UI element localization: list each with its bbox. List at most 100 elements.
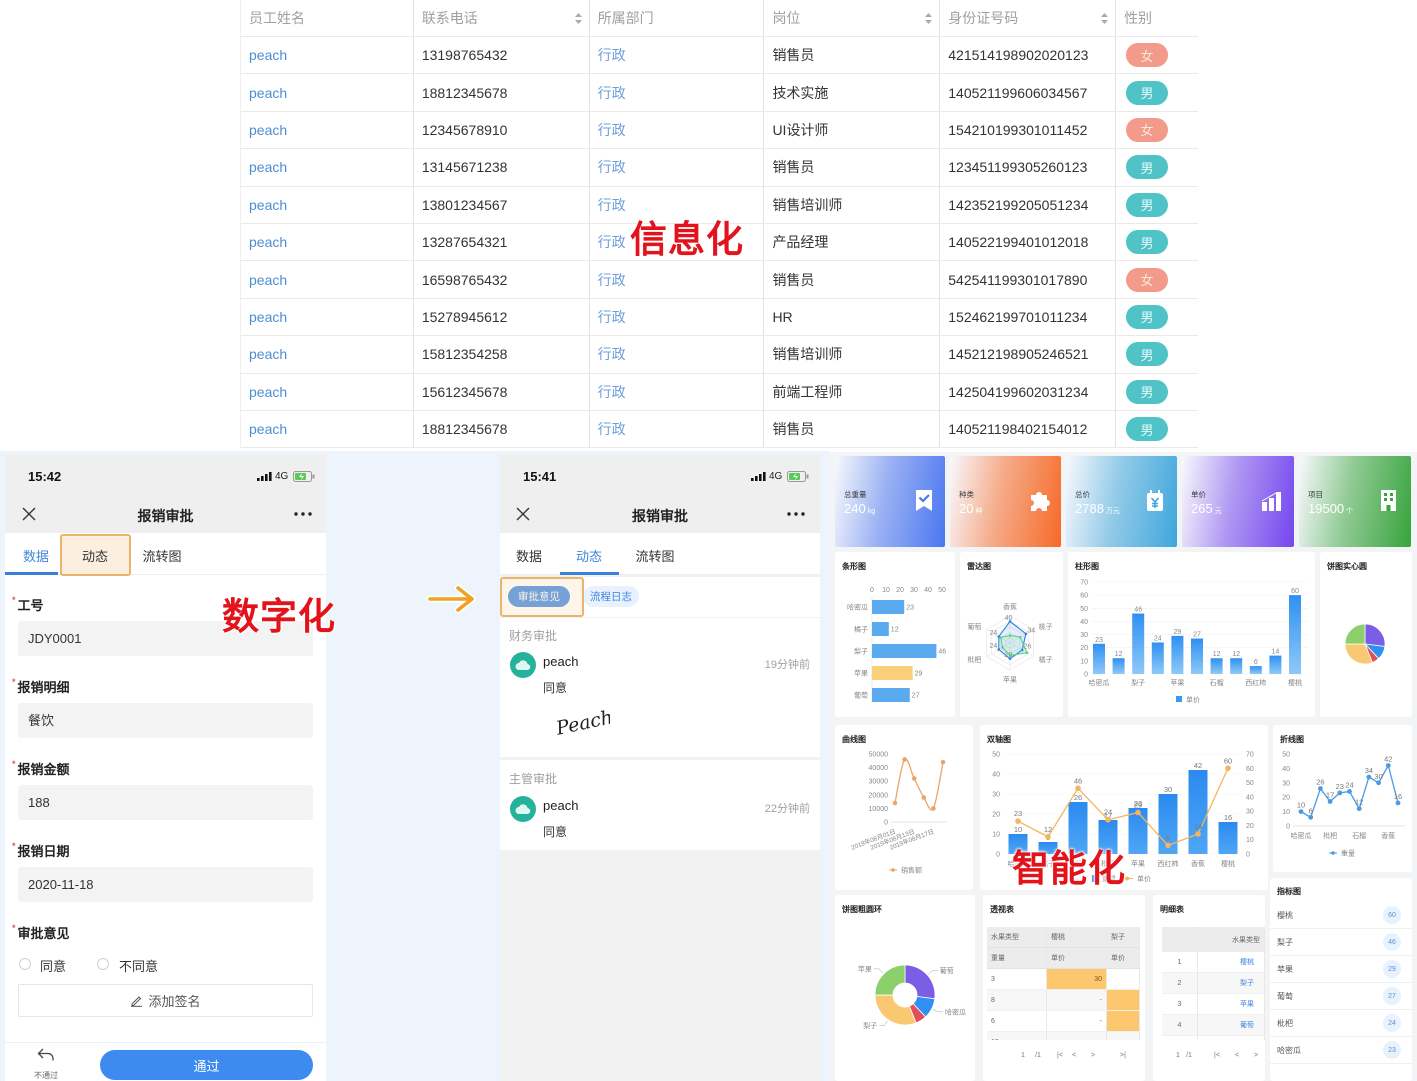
department-link[interactable]: 行政	[598, 45, 626, 65]
employee-name-link[interactable]: peach	[249, 47, 287, 63]
tab-bar: 数据 动态 流转图	[500, 533, 820, 575]
pagination-control[interactable]: <	[1072, 1052, 1076, 1059]
employee-name-link[interactable]: peach	[249, 272, 287, 288]
approval-comment: 同意	[543, 681, 568, 695]
gender-badge: 女	[1126, 43, 1169, 68]
department-link[interactable]: 行政	[598, 195, 626, 215]
employee-name-link[interactable]: peach	[249, 159, 287, 175]
employee-name-link[interactable]: peach	[249, 309, 287, 325]
approve-button[interactable]: 通过	[100, 1050, 313, 1080]
department-link[interactable]: 行政	[598, 307, 626, 327]
pagination: 1/1 |< < >	[1153, 1052, 1265, 1066]
label-leader-line	[928, 970, 938, 975]
department-link[interactable]: 行政	[598, 270, 626, 290]
field-label-text: 报销金额	[17, 762, 70, 777]
expense-detail-field[interactable]: 餐饮	[18, 703, 313, 738]
pagination-control[interactable]: >	[1091, 1052, 1095, 1059]
bar	[1230, 658, 1243, 674]
value-label: 23	[1095, 637, 1103, 644]
table-row: 8-	[987, 990, 1140, 1011]
pagination-control[interactable]: |<	[1057, 1052, 1063, 1059]
department-link[interactable]: 行政	[598, 382, 626, 402]
department-link[interactable]: 行政	[598, 120, 626, 140]
more-icon[interactable]	[787, 512, 805, 516]
indicator-value-badge: 60	[1383, 906, 1401, 924]
radio-disagree[interactable]	[97, 958, 109, 970]
employee-name-link[interactable]: peach	[249, 346, 287, 362]
line-value-label: 46	[1074, 776, 1082, 785]
phone-cell: 15812354258	[414, 336, 590, 373]
add-signature-button[interactable]: 添加签名	[18, 984, 313, 1017]
table-cell[interactable]: 葡萄	[1198, 1015, 1265, 1035]
table-cell[interactable]: 樱桃	[1198, 952, 1265, 972]
kpi-card[interactable]: 项目 19500 个	[1299, 456, 1411, 547]
pagination-control[interactable]: >|	[1120, 1052, 1126, 1059]
department-cell: 行政	[590, 186, 765, 223]
department-link[interactable]: 行政	[598, 344, 626, 364]
radio-agree-label[interactable]: 同意	[40, 956, 66, 975]
table-cell[interactable]: 梨子	[1198, 973, 1265, 993]
employee-name-link[interactable]: peach	[249, 234, 287, 250]
sort-icon[interactable]	[925, 13, 933, 24]
radio-disagree-label[interactable]: 不同意	[119, 956, 158, 975]
kpi-card[interactable]: 总重量 240 kg	[835, 456, 945, 547]
kpi-card[interactable]: 总价 2788 万元	[1066, 456, 1177, 547]
data-point	[1356, 806, 1362, 812]
table-cell[interactable]: 苹果	[1198, 994, 1265, 1014]
pagination-control[interactable]: <	[1235, 1052, 1239, 1059]
sort-icon[interactable]	[1101, 13, 1109, 24]
legend-label: 单价	[1186, 695, 1200, 704]
table-row: 3 30	[987, 969, 1140, 990]
id-number-text: 542541199301017890	[948, 271, 1088, 288]
department-link[interactable]: 行政	[598, 83, 626, 103]
reject-button[interactable]: 不通过	[26, 1046, 66, 1080]
pivot-table: 水果类型樱桃梨子重量单价单价3308-6-10	[987, 927, 1140, 1040]
position-cell: 前端工程师	[764, 373, 941, 410]
expense-amount-field[interactable]: 188	[18, 785, 313, 820]
x-tick-label: 50	[938, 587, 946, 594]
subtab-process-log[interactable]: 流程日志	[583, 586, 639, 607]
tab-flowchart[interactable]: 流转图	[142, 546, 181, 565]
curve-chart: 010000200003000040000500002019年08月01日201…	[850, 752, 947, 875]
kpi-card[interactable]: 单价 265 元	[1182, 456, 1294, 547]
employee-name-link[interactable]: peach	[249, 384, 287, 400]
tab-data[interactable]: 数据	[23, 546, 49, 565]
expense-date-field[interactable]: 2020-11-18	[18, 867, 313, 902]
tab-activity[interactable]: 动态	[576, 546, 602, 565]
radar-point	[1008, 654, 1012, 657]
x-tick-label: 哈密瓜	[1089, 678, 1110, 687]
x-tick-label: 西红柿	[1158, 859, 1179, 868]
employee-name-link[interactable]: peach	[249, 85, 287, 101]
more-icon[interactable]	[294, 512, 312, 516]
employee-name-link[interactable]: peach	[249, 421, 287, 437]
employee-name-link[interactable]: peach	[249, 122, 287, 138]
y-tick-label: 40000	[869, 765, 889, 772]
bar	[1068, 802, 1088, 854]
department-link[interactable]: 行政	[598, 157, 626, 177]
department-link[interactable]: 行政	[598, 232, 626, 252]
category-label: 梨子	[854, 647, 868, 656]
gender-cell: 女	[1116, 112, 1198, 148]
table-cell[interactable]: 枇杷	[1198, 1036, 1265, 1040]
kpi-number: 20	[959, 501, 974, 516]
name-cell: peach	[241, 149, 414, 186]
kpi-card[interactable]: 种类 20 种	[950, 456, 1061, 547]
tab-activity[interactable]: 动态	[82, 546, 108, 565]
radio-agree[interactable]	[19, 958, 31, 970]
column-header-id-number[interactable]: 身份证号码	[940, 0, 1117, 36]
column-header-phone[interactable]: 联系电话	[414, 0, 590, 36]
column-header-position[interactable]: 岗位	[764, 0, 941, 36]
tab-data[interactable]: 数据	[516, 546, 542, 565]
table-row: 5枇杷	[1162, 1036, 1265, 1040]
department-link[interactable]: 行政	[598, 419, 626, 439]
sort-icon[interactable]	[574, 13, 582, 24]
position-text: 销售培训师	[772, 196, 843, 213]
position-cell: 产品经理	[764, 223, 941, 261]
pagination-control[interactable]: |<	[1214, 1052, 1220, 1059]
phone-cell: 13198765432	[414, 37, 590, 74]
tab-flowchart[interactable]: 流转图	[635, 546, 674, 565]
employee-name-link[interactable]: peach	[249, 197, 287, 213]
pagination-control[interactable]: >	[1254, 1052, 1258, 1059]
y-tick-label-left: 40	[992, 772, 1000, 779]
table-row: 10	[987, 1032, 1140, 1040]
